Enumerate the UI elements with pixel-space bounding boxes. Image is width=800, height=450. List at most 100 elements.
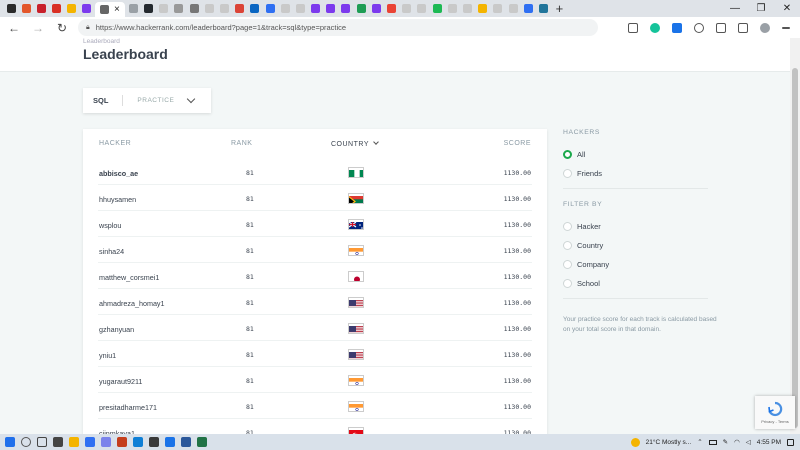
taskbar-app-icon[interactable] <box>149 437 159 447</box>
browser-tab[interactable] <box>263 3 277 15</box>
radio-friends[interactable]: Friends <box>563 169 602 178</box>
browser-tab[interactable] <box>385 3 399 15</box>
taskbar-app-icon[interactable] <box>101 437 111 447</box>
favorites-icon[interactable] <box>716 22 726 33</box>
browser-tab[interactable] <box>430 3 444 15</box>
browser-tab[interactable] <box>506 3 520 15</box>
profile-avatar-icon[interactable] <box>760 22 770 33</box>
taskbar-app-icon[interactable] <box>165 437 175 447</box>
column-header-country[interactable]: COUNTRY <box>331 139 380 148</box>
browser-tab[interactable] <box>521 3 535 15</box>
browser-tab[interactable] <box>233 3 247 15</box>
browser-tab[interactable] <box>445 3 459 15</box>
hacker-name-link[interactable]: ahmadreza_homay1 <box>99 299 165 308</box>
minimize-button[interactable]: — <box>722 0 748 17</box>
track-type: PRACTICE <box>137 97 175 104</box>
browser-tab[interactable] <box>34 3 48 15</box>
browser-tab[interactable] <box>354 3 368 15</box>
chevron-up-icon[interactable]: ⌃ <box>697 438 702 446</box>
browser-tab[interactable] <box>369 3 383 15</box>
taskbar-app-icon[interactable] <box>181 437 191 447</box>
browser-tab[interactable] <box>172 3 186 15</box>
hacker-name-link[interactable]: matthew_corsmei1 <box>99 273 159 282</box>
hacker-name-link[interactable]: wsplou <box>99 221 121 230</box>
browser-tab[interactable] <box>80 3 94 15</box>
filter-option-school[interactable]: School <box>563 279 600 288</box>
browser-tab[interactable] <box>19 3 33 15</box>
clock-time[interactable]: 4:55 PM <box>757 439 781 446</box>
filter-option-country[interactable]: Country <box>563 241 603 250</box>
recaptcha-label[interactable]: Privacy - Terms <box>761 419 788 424</box>
hacker-name-link[interactable]: yugaraut9211 <box>99 377 142 386</box>
close-window-button[interactable]: ✕ <box>774 0 800 17</box>
browser-tab[interactable] <box>187 3 201 15</box>
collections-icon[interactable] <box>738 22 748 33</box>
scrollbar-thumb[interactable] <box>792 68 798 428</box>
hacker-name-link[interactable]: presitadharme171 <box>99 403 157 412</box>
taskbar-app-icon[interactable] <box>197 437 207 447</box>
browser-tab[interactable] <box>324 3 338 15</box>
extension-icon[interactable] <box>672 22 682 33</box>
hacker-name-link[interactable]: gzhanyuan <box>99 325 134 334</box>
browser-tab[interactable] <box>293 3 307 15</box>
browser-tab[interactable] <box>217 3 231 15</box>
tab-favicon-icon <box>478 4 488 13</box>
weather-text[interactable]: 21°C Mostly s... <box>646 439 692 446</box>
track-selector[interactable]: SQL PRACTICE <box>83 88 211 113</box>
forward-button[interactable]: → <box>28 18 48 38</box>
close-tab-icon[interactable]: × <box>114 4 120 15</box>
taskbar-app-icon[interactable] <box>133 437 143 447</box>
browser-tab-active[interactable]: × <box>95 2 126 17</box>
browser-tab[interactable] <box>126 3 140 15</box>
radio-label: Company <box>577 260 610 269</box>
taskbar-app-icon[interactable] <box>69 437 79 447</box>
browser-tab[interactable] <box>278 3 292 15</box>
grammarly-icon[interactable] <box>650 22 660 33</box>
hacker-name-link[interactable]: hhuysamen <box>99 195 136 204</box>
windows-start-icon[interactable] <box>5 437 15 447</box>
browser-tab[interactable] <box>415 3 429 15</box>
browser-tab[interactable] <box>400 3 414 15</box>
browser-tab[interactable] <box>536 3 550 15</box>
pen-icon[interactable]: ✎ <box>723 438 728 446</box>
puzzle-icon[interactable] <box>694 22 704 33</box>
rank-value: 81 <box>246 299 254 307</box>
browser-tab[interactable] <box>339 3 353 15</box>
browser-tab[interactable] <box>248 3 262 15</box>
breadcrumb[interactable]: Leaderboard <box>83 38 120 45</box>
url-field[interactable]: 🔒︎ https://www.hackerrank.com/leaderboar… <box>78 19 598 36</box>
hacker-name-link[interactable]: abbisco_ae <box>99 169 138 178</box>
wifi-icon[interactable]: ◠ <box>734 438 740 446</box>
battery-icon[interactable] <box>708 439 717 445</box>
more-menu-icon[interactable] <box>782 26 790 29</box>
new-tab-button[interactable]: + <box>556 2 564 15</box>
maximize-button[interactable]: ❐ <box>748 0 774 17</box>
browser-tab[interactable] <box>460 3 474 15</box>
hacker-name-link[interactable]: sinha24 <box>99 247 124 256</box>
filter-option-company[interactable]: Company <box>563 260 609 269</box>
taskbar-app-icon[interactable] <box>85 437 95 447</box>
hacker-name-link[interactable]: yniu1 <box>99 351 116 360</box>
browser-tab[interactable] <box>491 3 505 15</box>
recaptcha-badge[interactable]: Privacy - Terms <box>755 396 795 429</box>
browser-tab[interactable] <box>65 3 79 15</box>
taskbar-app-icon[interactable] <box>117 437 127 447</box>
browser-tab[interactable] <box>50 3 64 15</box>
taskbar-app-icon[interactable] <box>53 437 63 447</box>
page-scrollbar[interactable] <box>790 38 800 434</box>
browser-tab[interactable] <box>309 3 323 15</box>
search-icon[interactable] <box>21 437 31 447</box>
back-button[interactable]: ← <box>4 18 24 38</box>
favorite-star-icon[interactable] <box>628 22 638 33</box>
reload-button[interactable]: ↻ <box>52 18 72 38</box>
filter-option-hacker[interactable]: Hacker <box>563 222 601 231</box>
browser-tab[interactable] <box>202 3 216 15</box>
browser-tab[interactable] <box>4 3 18 15</box>
volume-icon[interactable]: ◁ <box>746 438 751 446</box>
radio-all[interactable]: All <box>563 150 585 159</box>
browser-tab[interactable] <box>142 3 156 15</box>
task-view-icon[interactable] <box>37 437 47 447</box>
browser-tab[interactable] <box>476 3 490 15</box>
notification-icon[interactable] <box>787 438 794 446</box>
browser-tab[interactable] <box>157 3 171 15</box>
